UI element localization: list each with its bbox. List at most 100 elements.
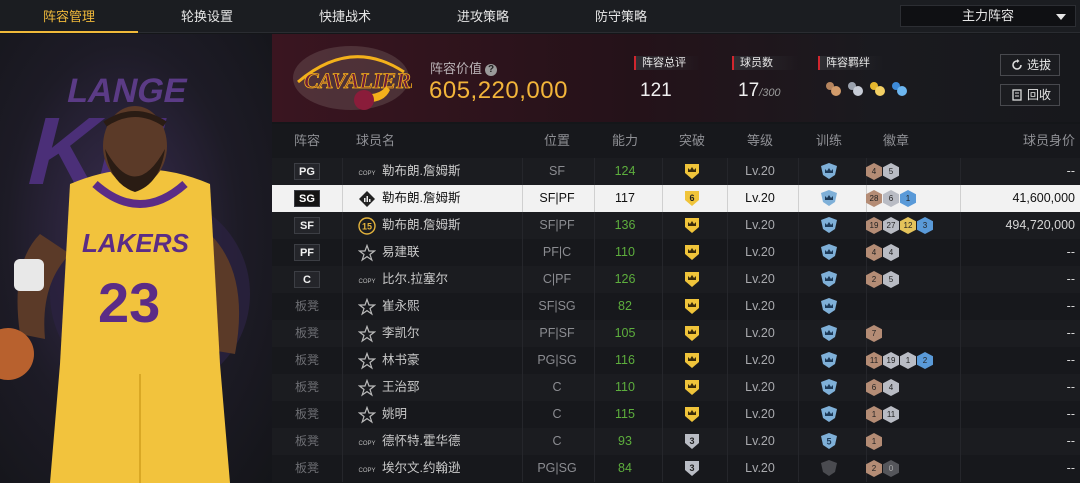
player-name: 勒布朗.詹姆斯 [382, 191, 461, 205]
bench-label: 板凳 [294, 326, 319, 340]
header-position[interactable]: 位置 [522, 124, 592, 158]
badge-silver-icon: 4 [883, 379, 899, 396]
player-name-cell[interactable]: 李凯尔 [348, 320, 538, 347]
header-breakthrough[interactable]: 突破 [662, 124, 722, 158]
badges-cell[interactable]: 25 [866, 266, 956, 293]
star-card-icon [357, 324, 377, 343]
bond-gold-icon[interactable] [868, 80, 886, 98]
breakthrough-cell[interactable]: 3 [662, 428, 722, 455]
tab-defense-strategy[interactable]: 防守策略 [552, 0, 690, 33]
training-cell[interactable] [798, 347, 860, 374]
table-row[interactable]: 板凳 COPY 埃尔文.约翰逊 PG|SG 84 3 Lv.20 2 0 -- [272, 455, 1080, 482]
bond-silver-icon[interactable] [846, 80, 864, 98]
table-row[interactable]: 板凳 李凯尔 PF|SF 105 Lv.20 7 -- [272, 320, 1080, 347]
badges-cell[interactable]: 44 [866, 239, 956, 266]
bond-blue-icon[interactable] [890, 80, 908, 98]
player-name-cell[interactable]: COPY 德怀特.霍华德 [348, 428, 538, 455]
header-level[interactable]: 等级 [727, 124, 793, 158]
training-cell[interactable] [798, 266, 860, 293]
tab-offense-strategy[interactable]: 进攻策略 [414, 0, 552, 33]
player-name-cell[interactable]: 易建联 [348, 239, 538, 266]
tab-rotation-settings[interactable]: 轮换设置 [138, 0, 276, 33]
table-row[interactable]: PF 易建联 PF|C 110 Lv.20 4 4 -- [272, 239, 1080, 266]
player-name-cell[interactable]: 林书豪 [348, 347, 538, 374]
badges-cell[interactable]: 11 19 1 2 [866, 347, 956, 374]
table-row[interactable]: 板凳 崔永熙 SF|SG 82 Lv.20 -- [272, 293, 1080, 320]
training-cell[interactable] [798, 185, 860, 212]
header-training[interactable]: 训练 [798, 124, 860, 158]
player-position: SF|SG [538, 299, 576, 313]
lineup-select-dropdown[interactable]: 主力阵容 [900, 5, 1076, 27]
player-position: C [552, 434, 562, 448]
copy-card-label: COPY [358, 441, 375, 447]
table-row[interactable]: 板凳 王治郅 C 110 Lv.20 6 4 -- [272, 374, 1080, 401]
badge-silver-icon: 27 [883, 217, 899, 234]
badges-cell[interactable]: 64 [866, 374, 956, 401]
player-name: 崔永熙 [382, 299, 420, 313]
badges-cell[interactable]: 19 27 12 3 [866, 212, 956, 239]
breakthrough-cell[interactable] [662, 212, 722, 239]
badges-cell[interactable]: 7 [866, 320, 956, 347]
table-row[interactable]: 板凳 COPY 德怀特.霍华德 C 93 3 Lv.20 5 1 -- [272, 428, 1080, 455]
player-name-cell[interactable]: 15 勒布朗.詹姆斯 [348, 212, 538, 239]
player-name-cell[interactable]: COPY 埃尔文.约翰逊 [348, 455, 538, 482]
breakthrough-cell[interactable] [662, 347, 722, 374]
breakthrough-cell[interactable]: 6 [662, 185, 722, 212]
badges-cell[interactable]: 45 [866, 158, 956, 185]
breakthrough-cell[interactable] [662, 158, 722, 185]
select-players-button[interactable]: 选拔 [1000, 54, 1060, 76]
training-cell[interactable] [798, 455, 860, 482]
training-cell[interactable] [798, 158, 860, 185]
table-row[interactable]: C COPY 比尔.拉塞尔 C|PF 126 Lv.20 2 5 -- [272, 266, 1080, 293]
crown-shield-icon [685, 163, 699, 179]
player-name-cell[interactable]: 王治郅 [348, 374, 538, 401]
table-row[interactable]: SG 勒布朗.詹姆斯 SF|PF 117 6 Lv.20 28 6 1 41,600,000 [272, 185, 1080, 212]
badges-cell[interactable]: 20 [866, 455, 956, 482]
question-circle-icon[interactable]: ? [485, 64, 498, 76]
table-row[interactable]: SF 15 勒布朗.詹姆斯 SF|PF 136 Lv.20 19 27 12 3 494,720,0… [272, 212, 1080, 239]
table-row[interactable]: PG COPY 勒布朗.詹姆斯 SF 124 Lv.20 4 5 -- [272, 158, 1080, 185]
player-worth: -- [1066, 407, 1075, 421]
training-crown-icon [821, 324, 837, 341]
player-count-stat: 球员数 17/300 [732, 56, 798, 102]
breakthrough-cell[interactable] [662, 320, 722, 347]
badges-cell[interactable]: 1 11 [866, 401, 956, 428]
badge-bronze-icon: 6 [866, 379, 882, 396]
header-ability[interactable]: 能力 [594, 124, 656, 158]
training-cell[interactable] [798, 320, 860, 347]
tab-lineup-management[interactable]: 阵容管理 [0, 0, 138, 33]
player-name-cell[interactable]: 姚明 [348, 401, 538, 428]
bond-bronze-icon[interactable] [824, 80, 842, 98]
breakthrough-cell[interactable] [662, 293, 722, 320]
lineup-rating-value: 121 [640, 80, 672, 101]
badges-cell[interactable]: 1 [866, 428, 956, 455]
training-cell[interactable] [798, 374, 860, 401]
badges-cell[interactable] [866, 293, 956, 320]
recycle-players-button[interactable]: 回收 [1000, 84, 1060, 106]
training-cell[interactable] [798, 212, 860, 239]
player-name-cell[interactable]: COPY 勒布朗.詹姆斯 [348, 158, 538, 185]
breakthrough-cell[interactable] [662, 266, 722, 293]
training-cell[interactable] [798, 293, 860, 320]
header-badges[interactable]: 徽章 [866, 124, 926, 158]
training-cell[interactable]: 5 [798, 428, 860, 455]
tab-quick-tactics[interactable]: 快捷战术 [276, 0, 414, 33]
breakthrough-cell[interactable] [662, 239, 722, 266]
badges-cell[interactable]: 28 6 1 [866, 185, 956, 212]
header-slot[interactable]: 阵容 [272, 124, 342, 158]
header-player-worth[interactable]: 球员身价 [960, 124, 1075, 158]
training-cell[interactable] [798, 239, 860, 266]
player-name-cell[interactable]: 勒布朗.詹姆斯 [348, 185, 538, 212]
badge-list: 45 [866, 163, 956, 180]
header-player-name[interactable]: 球员名 [356, 124, 396, 158]
breakthrough-cell[interactable] [662, 374, 722, 401]
table-row[interactable]: 板凳 姚明 C 115 Lv.20 1 11 -- [272, 401, 1080, 428]
player-name-cell[interactable]: 崔永熙 [348, 293, 538, 320]
breakthrough-cell[interactable]: 3 [662, 455, 722, 482]
training-cell[interactable] [798, 401, 860, 428]
badge-bronze-icon: 19 [866, 217, 882, 234]
lineup-rating-stat: 阵容总评 121 [634, 56, 700, 102]
table-row[interactable]: 板凳 林书豪 PG|SG 116 Lv.20 11 19 1 2 -- [272, 347, 1080, 374]
player-name-cell[interactable]: COPY 比尔.拉塞尔 [348, 266, 538, 293]
breakthrough-cell[interactable] [662, 401, 722, 428]
